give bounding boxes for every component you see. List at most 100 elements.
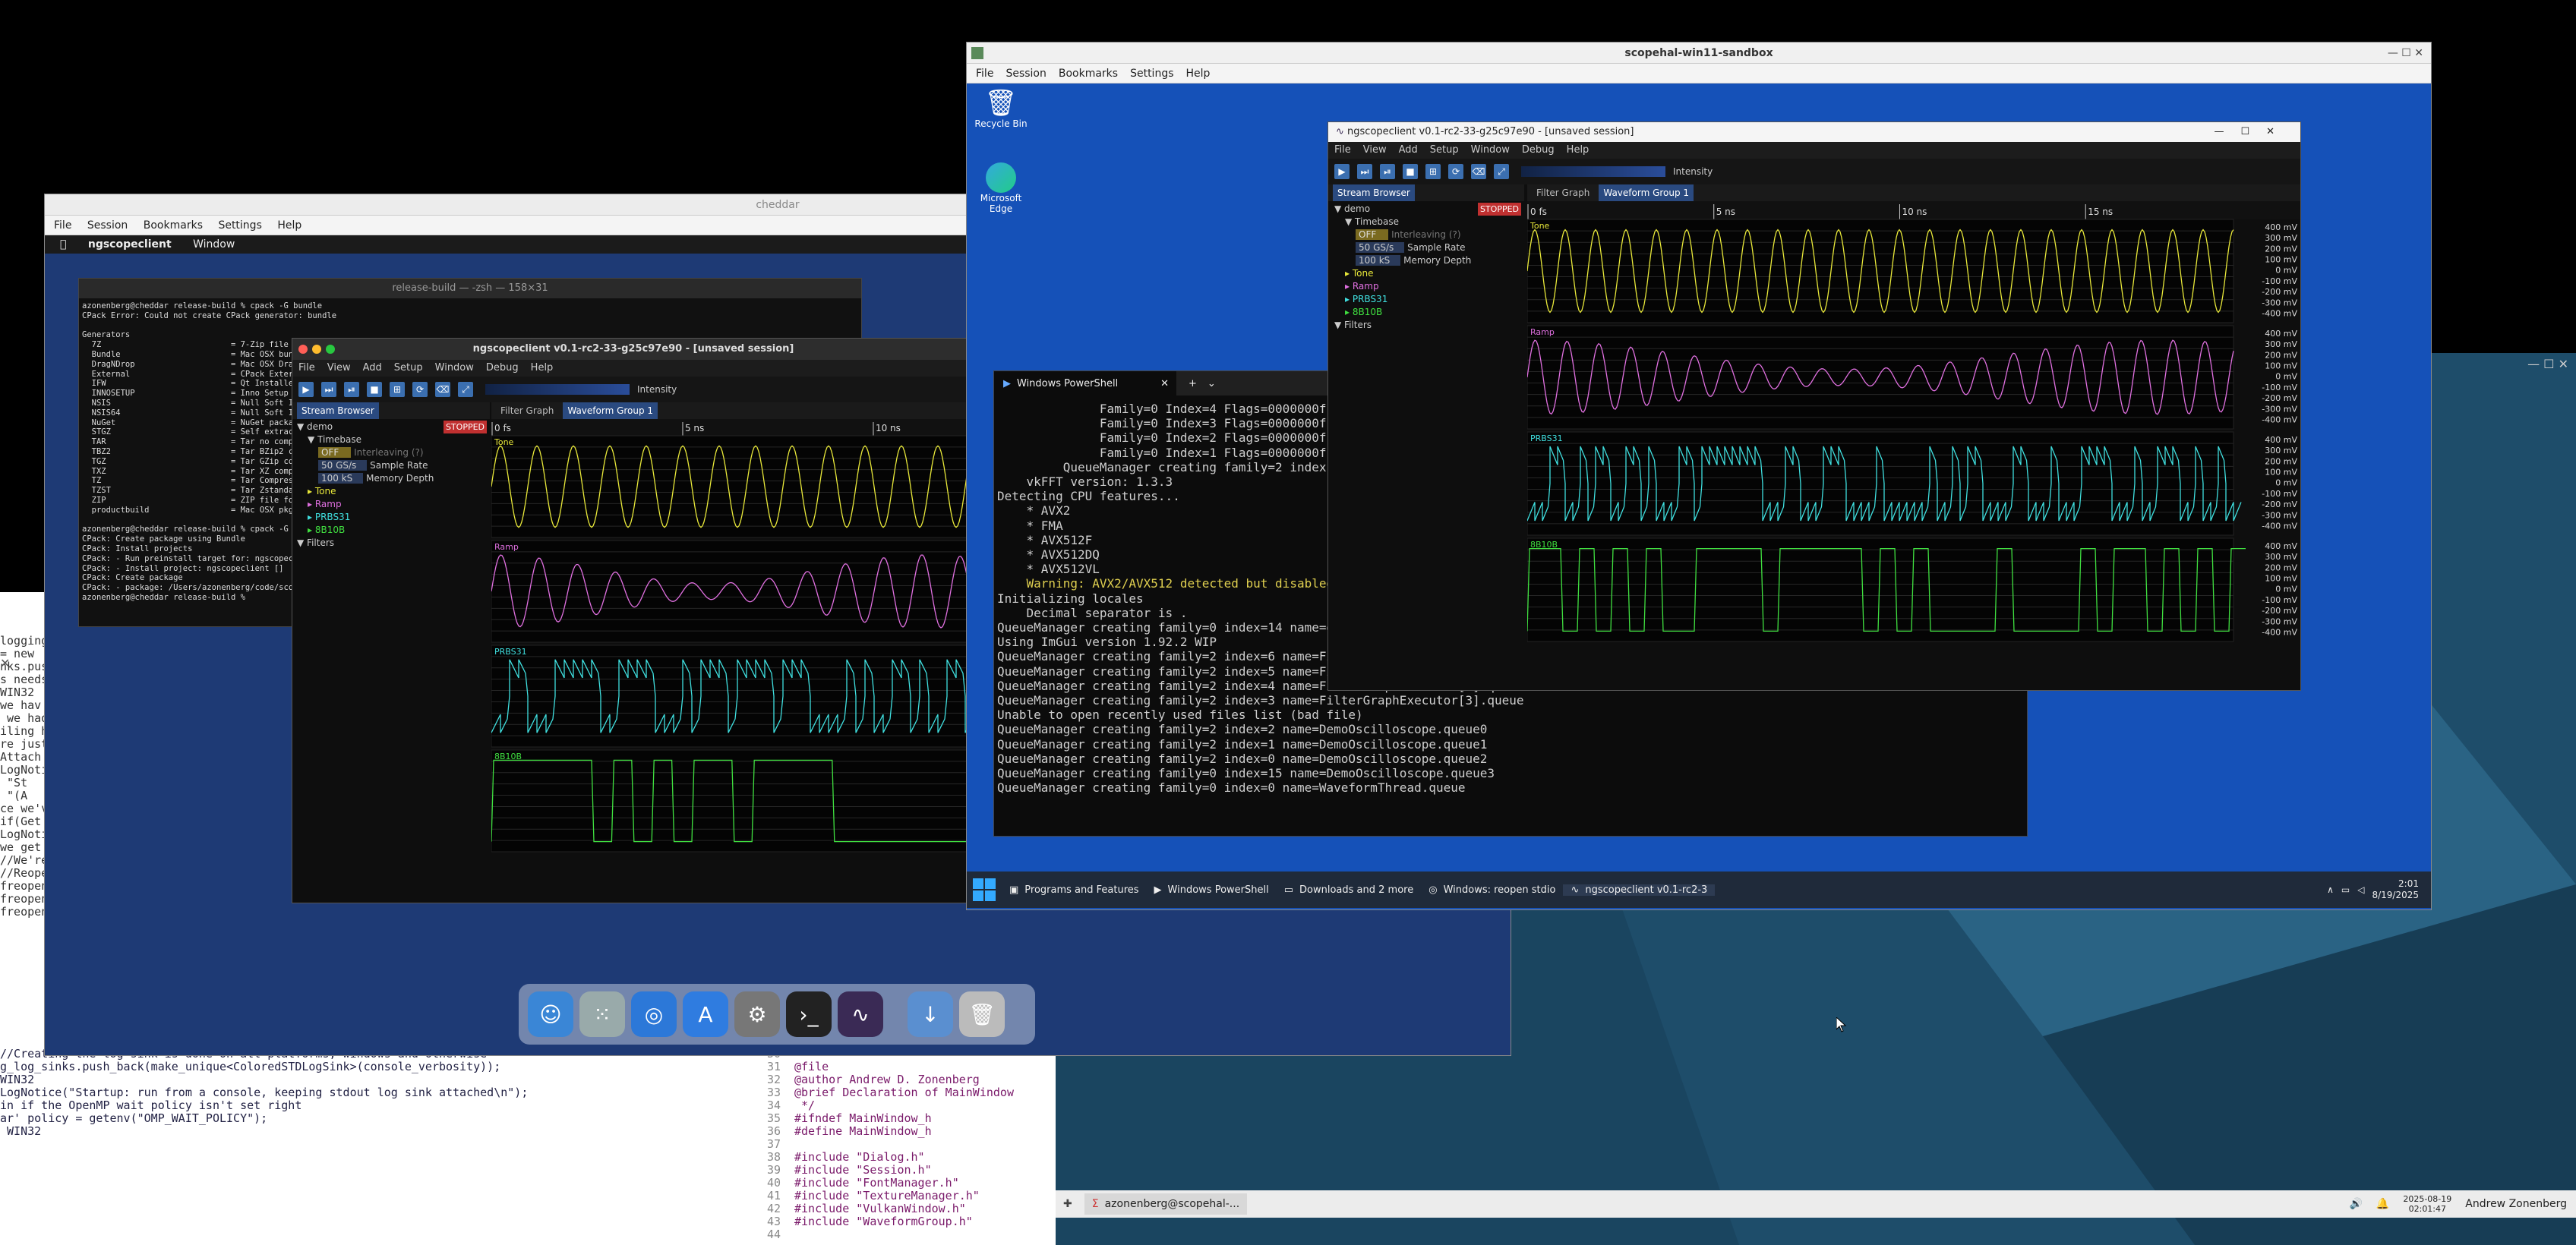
tray-chevron-icon[interactable]: ∧ (2327, 884, 2334, 895)
window-controls[interactable]: — ☐ ✕ (2527, 357, 2568, 371)
menu-help[interactable]: Help (1186, 68, 1211, 80)
tree-prbs31[interactable]: PRBS31 (315, 512, 350, 522)
waveform-row-tone[interactable]: Tone 400 mV300 mV200 mV100 mV0 mV-100 mV-… (1527, 219, 2297, 323)
tree-ramp[interactable]: Ramp (315, 499, 342, 509)
refresh-icon[interactable]: ⟳ (412, 382, 428, 397)
channel-label[interactable]: PRBS31 (494, 647, 527, 657)
tree-timebase[interactable]: Timebase (1355, 216, 1399, 227)
tab-filter-graph[interactable]: Filter Graph (1532, 184, 1594, 201)
stop-icon[interactable]: ■ (367, 382, 382, 397)
menu-add[interactable]: Add (1399, 144, 1418, 156)
user-name[interactable]: Andrew Zonenberg (2465, 1198, 2567, 1210)
launchpad-icon[interactable]: ⁙ (579, 991, 625, 1037)
terminal-icon[interactable]: ›_ (786, 991, 832, 1037)
stop-icon[interactable]: ■ (1403, 164, 1418, 179)
channel-label[interactable]: Tone (494, 437, 514, 447)
tree-8b10b[interactable]: 8B10B (1353, 307, 1382, 317)
task-edge[interactable]: ◎ Windows: reopen stdio (1421, 884, 1563, 896)
waveform-row-8b10b[interactable]: 8B10B (491, 749, 975, 853)
mac-menu-app[interactable]: ngscopeclient (88, 238, 172, 251)
single-icon[interactable]: ⏭ (1357, 164, 1372, 179)
history-icon[interactable]: ⊞ (1425, 164, 1441, 179)
close-tab-icon[interactable]: ✕ (1160, 378, 1169, 389)
task-programs[interactable]: ▣ Programs and Features (1002, 884, 1147, 896)
window-controls[interactable]: —☐✕ (2214, 122, 2291, 142)
downloads-icon[interactable]: ↓ (908, 991, 953, 1037)
powershell-tab[interactable]: ▶ Windows PowerShell ✕ (994, 371, 1176, 396)
waveform-area[interactable]: 0 fs 5 ns 10 ns 15 ns Tone 400 mV 300 mV 200 mV… (1527, 201, 2300, 657)
traffic-lights[interactable] (298, 345, 335, 354)
waveform-row-tone[interactable]: Tone (491, 435, 975, 538)
volume-icon[interactable]: ◁ (2357, 884, 2364, 895)
waveform-plot[interactable]: 0 fs 5 ns 10 ns Tone Ramp PRBS31 8B10B (491, 419, 975, 903)
mac-menu-window[interactable]: Window (193, 238, 235, 251)
recycle-bin[interactable]: 🗑 Recycle Bin (974, 88, 1028, 129)
kde-task-terminal[interactable]: Σ azonenberg@scopehal-... (1084, 1193, 1248, 1215)
menu-bookmarks[interactable]: Bookmarks (144, 219, 203, 232)
settings-icon[interactable]: ⚙ (734, 991, 780, 1037)
safari-icon[interactable]: ◎ (631, 991, 677, 1037)
menu-debug[interactable]: Debug (486, 362, 519, 374)
sample-rate-field[interactable]: 50 GS/s (318, 460, 368, 471)
fullscreen-icon[interactable]: ⤢ (1494, 164, 1509, 179)
history-icon[interactable]: ⊞ (390, 382, 405, 397)
kde-clock[interactable]: 2025-08-19 02:01:47 (2403, 1194, 2451, 1214)
tab-stream-browser[interactable]: Stream Browser (1333, 184, 1415, 201)
finder-icon[interactable]: ☺ (528, 991, 573, 1037)
tab-waveform-group[interactable]: Waveform Group 1 (1599, 184, 1694, 201)
tree-tone[interactable]: Tone (315, 486, 336, 496)
clear-icon[interactable]: ⌫ (1471, 164, 1486, 179)
waveform-row-8b10b[interactable]: 8B10B 400 mV300 mV200 mV100 mV0 mV-100 mV… (1527, 537, 2297, 642)
tab-stream-browser[interactable]: Stream Browser (297, 402, 379, 419)
waveform-row-ramp[interactable]: Ramp 400 mV300 mV200 mV100 mV0 mV-100 mV-… (1527, 325, 2297, 430)
refresh-icon[interactable]: ⟳ (1448, 164, 1463, 179)
app-launcher-icon[interactable]: ✚ (1063, 1198, 1072, 1210)
menu-bookmarks[interactable]: Bookmarks (1059, 68, 1118, 80)
chevron-down-icon[interactable]: ⌄ (1208, 378, 1216, 389)
menu-session[interactable]: Session (87, 219, 128, 232)
menu-file[interactable]: File (1334, 144, 1351, 156)
interleave-toggle[interactable]: OFF (318, 447, 352, 458)
tree-filters[interactable]: Filters (307, 537, 334, 548)
trash-icon[interactable]: 🗑 (959, 991, 1005, 1037)
apple-icon[interactable]:  (60, 238, 66, 251)
intensity-slider[interactable] (485, 384, 630, 395)
menu-setup[interactable]: Setup (1430, 144, 1459, 156)
help-marker[interactable]: (?) (1449, 229, 1461, 240)
time-axis[interactable]: 0 fs 5 ns 10 ns (491, 419, 975, 436)
channel-label[interactable]: Ramp (494, 542, 519, 552)
waveform-row-prbs31[interactable]: PRBS31 (491, 645, 975, 748)
tree-demo[interactable]: demo (1344, 203, 1370, 214)
volume-icon[interactable]: 🔊 (2349, 1198, 2362, 1210)
fullscreen-icon[interactable]: ⤢ (458, 382, 473, 397)
menu-view[interactable]: View (327, 362, 351, 374)
menu-help[interactable]: Help (277, 219, 301, 232)
tree-demo[interactable]: demo (307, 421, 333, 432)
tree-tone[interactable]: Tone (1353, 268, 1374, 279)
menu-settings[interactable]: Settings (218, 219, 261, 232)
tree-ramp[interactable]: Ramp (1353, 281, 1379, 292)
notification-icon[interactable]: 🔔 (2376, 1198, 2389, 1210)
menu-debug[interactable]: Debug (1522, 144, 1555, 156)
menu-help[interactable]: Help (1567, 144, 1589, 156)
single-icon[interactable]: ⏭ (321, 382, 336, 397)
menu-help[interactable]: Help (531, 362, 554, 374)
task-ngscopeclient[interactable]: ∿ ngscopeclient v0.1-rc2-3 (1563, 884, 1716, 896)
menu-file[interactable]: File (976, 68, 993, 80)
sample-rate-field[interactable]: 50 GS/s (1356, 242, 1405, 253)
menu-file[interactable]: File (298, 362, 315, 374)
menu-window[interactable]: Window (435, 362, 474, 374)
tree-8b10b[interactable]: 8B10B (315, 525, 345, 535)
time-axis[interactable]: 0 fs 5 ns 10 ns 15 ns (1527, 201, 2300, 219)
task-powershell[interactable]: ▶ Windows PowerShell (1147, 884, 1277, 896)
network-icon[interactable]: ▭ (2341, 884, 2350, 895)
memory-depth-field[interactable]: 100 kS (1356, 255, 1401, 266)
clear-icon[interactable]: ⌫ (435, 382, 450, 397)
tab-waveform-group[interactable]: Waveform Group 1 (563, 402, 658, 419)
run-icon[interactable]: ▶ (1334, 164, 1350, 179)
start-icon[interactable] (973, 878, 996, 901)
edge-shortcut[interactable]: Microsoft Edge (974, 162, 1028, 214)
waveform-row-ramp[interactable]: Ramp (491, 540, 975, 643)
run-icon[interactable]: ▶ (298, 382, 314, 397)
tab-filter-graph[interactable]: Filter Graph (496, 402, 558, 419)
